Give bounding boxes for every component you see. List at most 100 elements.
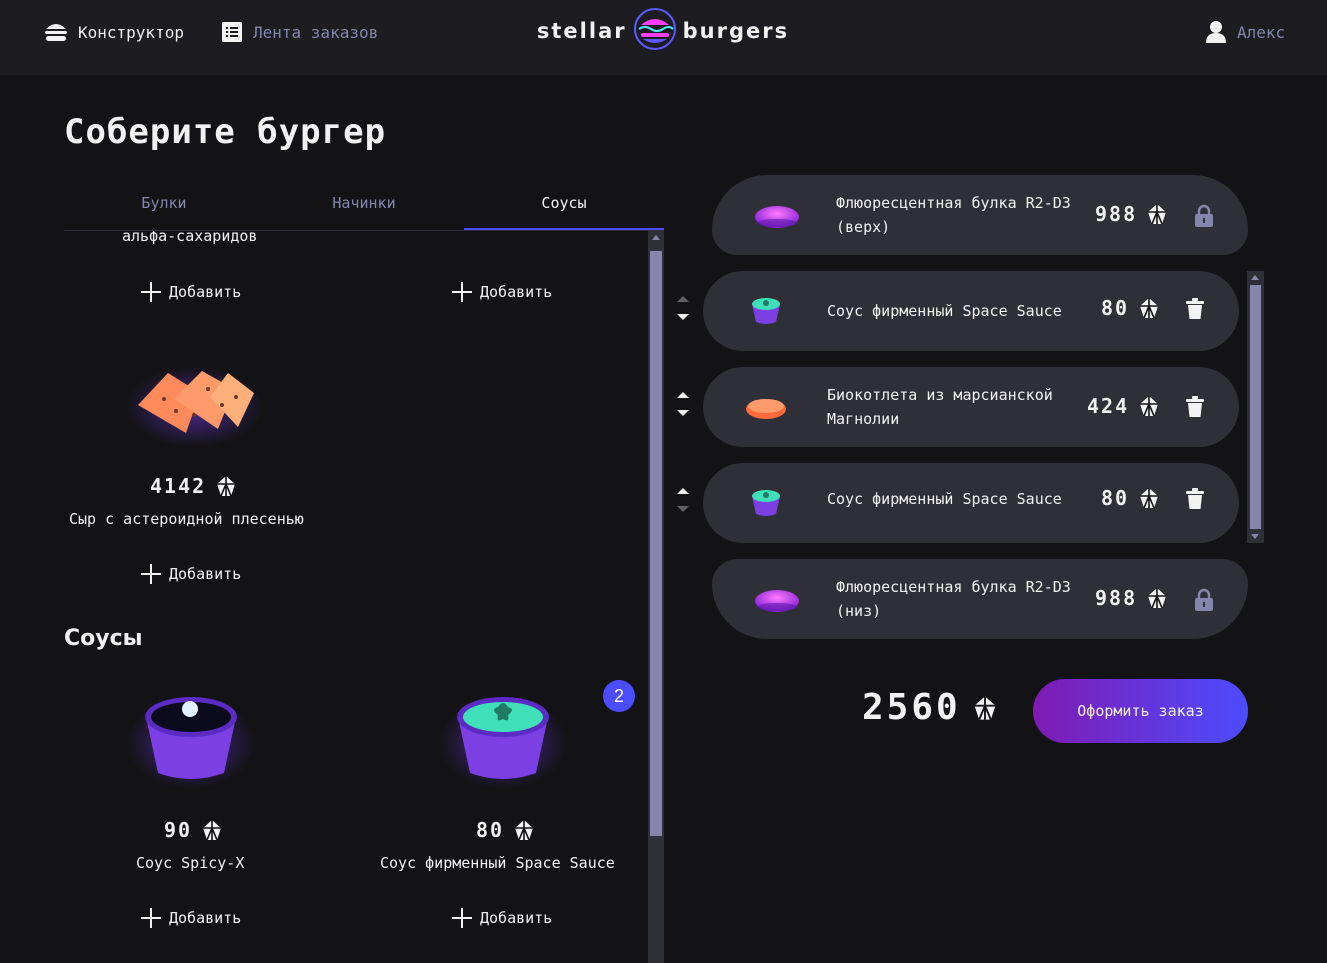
currency-icon: [1145, 202, 1169, 226]
move-down-icon[interactable]: [677, 410, 689, 416]
planet-logo-icon: [633, 7, 677, 56]
price-value: 90: [164, 818, 193, 842]
delete-icon[interactable]: [1185, 396, 1205, 422]
scroll-down-arrow[interactable]: [1251, 534, 1259, 539]
currency-icon: [512, 818, 536, 842]
move-up-icon[interactable]: [677, 488, 689, 494]
app-header: Конструктор Лента заказов stellar burger…: [0, 0, 1327, 75]
add-label: Добавить: [169, 565, 242, 583]
list-icon: [221, 21, 243, 43]
currency-icon: [214, 474, 238, 498]
constructor-item-price: 988: [1095, 202, 1169, 226]
logo-text-right: burgers: [682, 19, 790, 43]
plus-icon: [141, 908, 161, 928]
price-value: 80: [1101, 486, 1130, 510]
ingredient-price: 4142: [150, 474, 238, 498]
price-value: 424: [1087, 394, 1130, 418]
user-icon: [1205, 20, 1227, 44]
plus-icon: [141, 282, 161, 302]
sauce-spicy-image[interactable]: [126, 681, 256, 791]
stellar-burgers-logo[interactable]: stellar burgers: [517, 7, 809, 56]
currency-icon: [1137, 296, 1161, 320]
sauce-thumb-image: [731, 285, 801, 337]
place-order-button[interactable]: Оформить заказ: [1033, 679, 1248, 743]
sauce-space-image[interactable]: [438, 681, 568, 791]
tab-sauces[interactable]: Соусы: [464, 186, 664, 230]
cheese-image[interactable]: [124, 349, 264, 449]
constructor-bun-bottom[interactable]: Флюоресцентная булка R2-D3 (низ) 988: [712, 559, 1248, 639]
ingredients-list[interactable]: альфа-сахаридов Добавить Добавить 4142 С…: [64, 231, 664, 963]
scroll-up-arrow[interactable]: [1251, 275, 1259, 280]
add-button[interactable]: Добавить: [141, 908, 241, 928]
nav-feed-label: Лента заказов: [253, 22, 379, 42]
ingredient-name: Соус фирменный Space Sauce: [380, 854, 615, 872]
constructor-item-price: 988: [1095, 586, 1169, 610]
move-up-icon[interactable]: [677, 392, 689, 398]
constructor-item[interactable]: Биокотлета из марсианской Магнолии 424: [703, 367, 1239, 447]
add-button[interactable]: Добавить: [141, 282, 241, 302]
bun-image: [742, 189, 812, 241]
constructor-item-price: 424: [1087, 394, 1161, 418]
lock-icon: [1193, 204, 1215, 232]
nav-feed[interactable]: Лента заказов: [221, 18, 378, 46]
add-label: Добавить: [169, 909, 242, 927]
add-label: Добавить: [480, 909, 553, 927]
constructor-bun-top[interactable]: Флюоресцентная булка R2-D3 (верх) 988: [712, 175, 1248, 255]
bun-image: [742, 573, 812, 625]
price-value: 80: [1101, 296, 1130, 320]
delete-icon[interactable]: [1185, 488, 1205, 514]
add-button[interactable]: Добавить: [452, 908, 552, 928]
price-value: 4142: [150, 474, 207, 498]
add-button[interactable]: Добавить: [452, 282, 552, 302]
move-down-icon[interactable]: [677, 314, 689, 320]
ingredient-name: Соус Spicy-X: [136, 854, 245, 872]
ingredient-tabs: Булки Начинки Соусы: [64, 186, 664, 231]
scrollbar-thumb[interactable]: [1250, 285, 1261, 529]
delete-icon[interactable]: [1185, 298, 1205, 324]
nav-constructor-label: Конструктор: [78, 22, 184, 42]
page-title: Соберите бургер: [64, 112, 387, 152]
constructor-item-name: Соус фирменный Space Sauce: [827, 490, 1062, 508]
scroll-up-arrow[interactable]: [652, 235, 660, 240]
plus-icon: [141, 564, 161, 584]
constructor-item-price: 80: [1101, 296, 1161, 320]
constructor-item-price: 80: [1101, 486, 1161, 510]
section-title-sauces: Соусы: [64, 626, 143, 651]
nav-profile[interactable]: Алекс: [1205, 18, 1285, 46]
patty-thumb-image: [731, 381, 801, 433]
move-down-icon[interactable]: [677, 506, 689, 512]
nav-constructor[interactable]: Конструктор: [44, 18, 184, 46]
ingredient-price: 90: [164, 818, 224, 842]
plus-icon: [452, 908, 472, 928]
drag-handle[interactable]: [676, 392, 690, 416]
drag-handle[interactable]: [676, 296, 690, 320]
drag-handle[interactable]: [676, 488, 690, 512]
constructor-item[interactable]: Соус фирменный Space Sauce 80: [703, 463, 1239, 543]
constructor-scrollbar[interactable]: [1247, 271, 1264, 543]
price-value: 988: [1095, 202, 1138, 226]
ingredients-scrollbar[interactable]: [648, 231, 664, 963]
nav-profile-label: Алекс: [1237, 22, 1286, 42]
add-label: Добавить: [169, 283, 242, 301]
total-value: 2560: [862, 687, 961, 728]
currency-icon: [1137, 394, 1161, 418]
constructor-item[interactable]: Соус фирменный Space Sauce 80: [703, 271, 1239, 351]
price-value: 80: [476, 818, 505, 842]
currency-icon: [200, 818, 224, 842]
add-button[interactable]: Добавить: [141, 564, 241, 584]
constructor-item-name: Флюоресцентная булка R2-D3 (низ): [836, 578, 1071, 620]
constructor-item-name: Биокотлета из марсианской Магнолии: [827, 386, 1053, 428]
tab-fillings[interactable]: Начинки: [264, 186, 464, 230]
plus-icon: [452, 282, 472, 302]
add-label: Добавить: [480, 283, 553, 301]
ingredient-name: Сыр с астероидной плесенью: [69, 510, 304, 528]
lock-icon: [1193, 588, 1215, 616]
ingredient-price: 80: [476, 818, 536, 842]
move-up-icon[interactable]: [677, 296, 689, 302]
currency-icon: [971, 694, 999, 722]
sauce-thumb-image: [731, 477, 801, 529]
price-value: 988: [1095, 586, 1138, 610]
scrollbar-thumb[interactable]: [650, 251, 662, 836]
ingredient-count-badge: 2: [603, 680, 635, 712]
tab-buns[interactable]: Булки: [64, 186, 264, 230]
